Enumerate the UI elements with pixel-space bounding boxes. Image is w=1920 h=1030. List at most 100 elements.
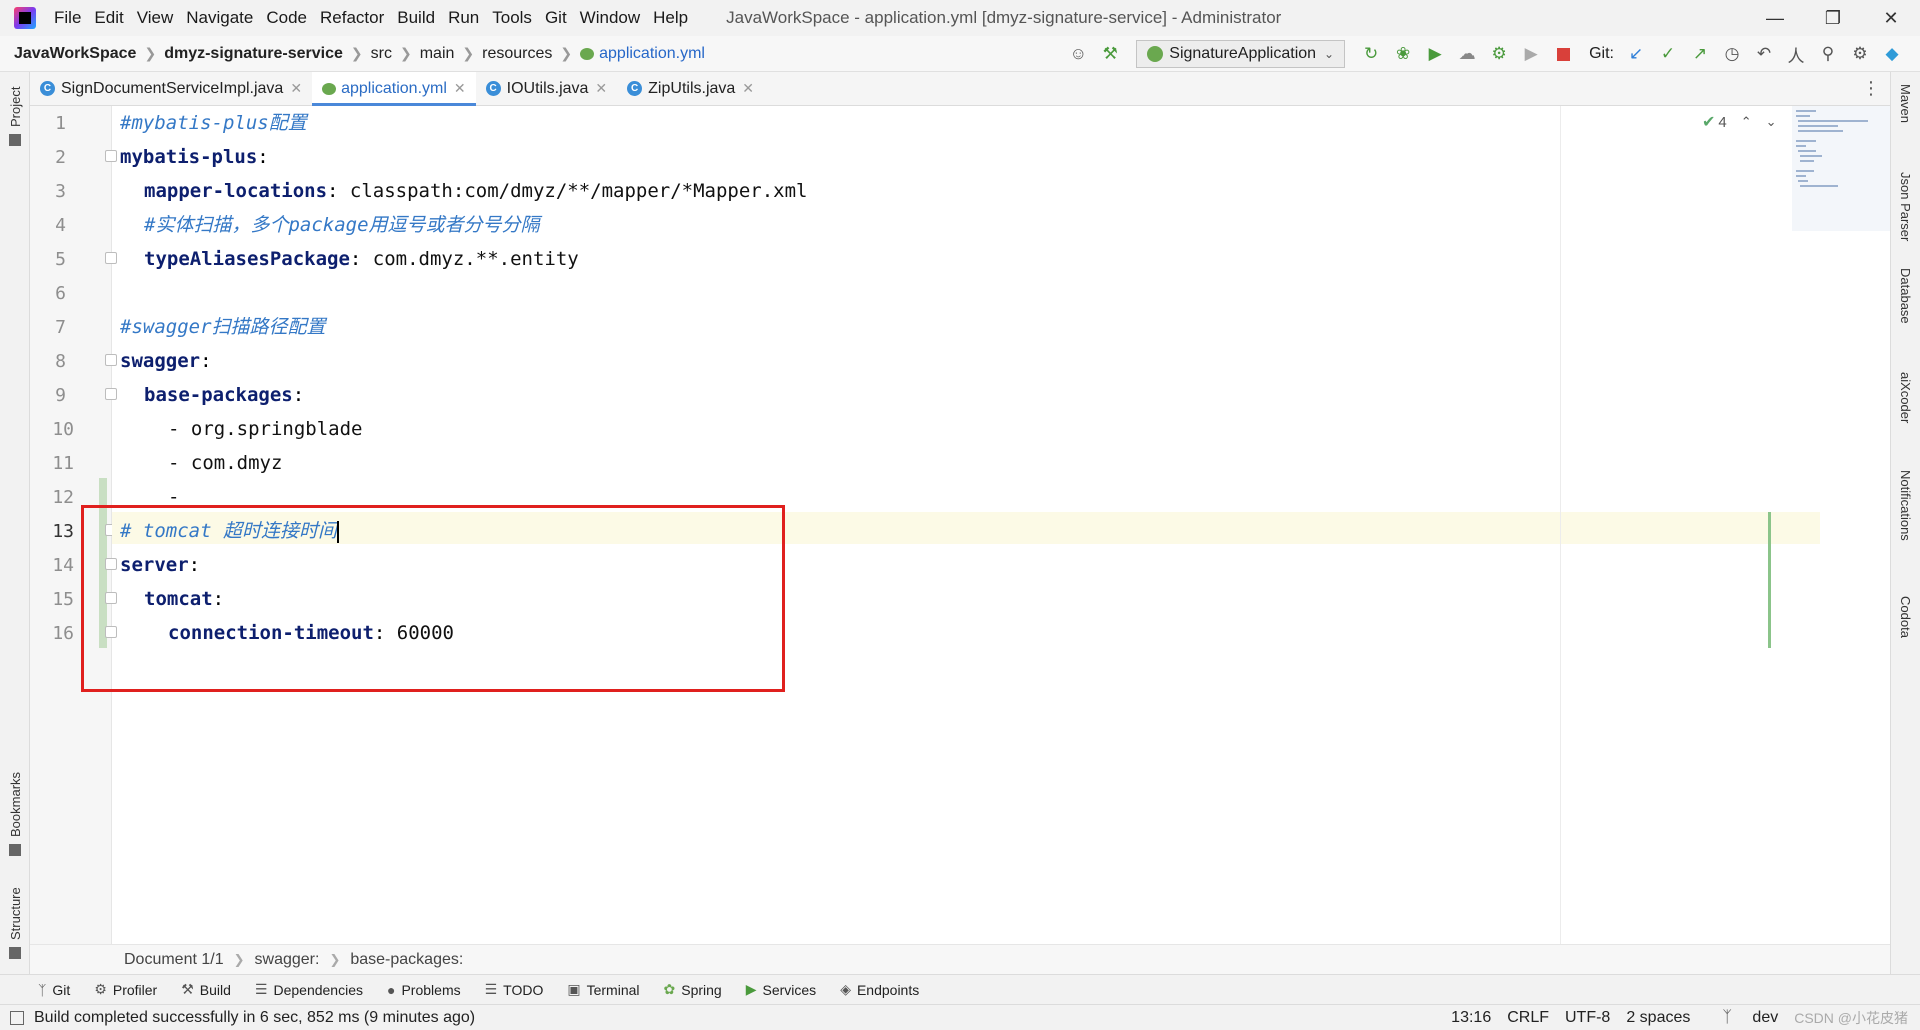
restore-icon[interactable]: ❐ xyxy=(1804,0,1862,36)
toolwindow-problems[interactable]: ● Problems xyxy=(387,982,461,998)
build-hammer-icon[interactable]: ⚒ xyxy=(1099,43,1121,65)
history-icon[interactable]: ◷ xyxy=(1721,43,1743,65)
toolwindow-endpoints[interactable]: ◈ Endpoints xyxy=(840,981,919,998)
user-icon[interactable]: ☺ xyxy=(1067,43,1089,65)
fold-marker-icon[interactable] xyxy=(105,388,117,400)
more-vertical-icon[interactable]: ⋮ xyxy=(1862,78,1880,99)
rollback-icon[interactable]: ↶ xyxy=(1753,43,1775,65)
maven-tool-button[interactable]: Maven xyxy=(1898,84,1913,123)
toolwindow-git[interactable]: ᛉ Git xyxy=(38,982,70,998)
code-line-1[interactable]: #mybatis-plus配置 xyxy=(120,106,307,140)
code-minimap[interactable] xyxy=(1792,106,1890,231)
chevron-down-icon[interactable]: ⌄ xyxy=(1766,114,1777,130)
code-line-2[interactable]: mybatis-plus: xyxy=(120,140,269,174)
code-line-3[interactable]: mapper-locations: classpath:com/dmyz/**/… xyxy=(144,174,807,208)
inspection-widget[interactable]: ✔ 4 ⌃ ⌄ xyxy=(1702,112,1777,132)
menu-run[interactable]: Run xyxy=(448,8,479,28)
code-line-8[interactable]: swagger: xyxy=(120,344,212,378)
git-commit-icon[interactable]: ✓ xyxy=(1657,43,1679,65)
close-tab-icon[interactable]: ✕ xyxy=(595,80,607,97)
close-icon[interactable]: ✕ xyxy=(1862,0,1920,36)
tab-ioutils[interactable]: C IOUtils.java ✕ xyxy=(476,72,618,105)
code-line-4[interactable]: #实体扫描，多个package用逗号或者分号分隔 xyxy=(144,208,540,242)
settings-gear-icon[interactable]: ⚙ xyxy=(1849,43,1871,65)
run-icon[interactable]: ▶ xyxy=(1520,43,1542,65)
menu-code[interactable]: Code xyxy=(266,8,307,28)
menu-git[interactable]: Git xyxy=(545,8,567,28)
close-tab-icon[interactable]: ✕ xyxy=(454,80,466,97)
breadcrumb-resources[interactable]: resources xyxy=(482,45,552,63)
breadcrumb-main[interactable]: main xyxy=(420,45,455,63)
tab-signdocumentserviceimpl[interactable]: C SignDocumentServiceImpl.java ✕ xyxy=(30,72,312,105)
breadcrumb-module[interactable]: dmyz-signature-service xyxy=(164,45,343,63)
menu-view[interactable]: View xyxy=(137,8,174,28)
git-update-icon[interactable]: ↙ xyxy=(1625,43,1647,65)
indent-setting[interactable]: 2 spaces xyxy=(1626,1009,1690,1027)
caret-position[interactable]: 13:16 xyxy=(1451,1009,1491,1027)
git-push-icon[interactable]: ↗ xyxy=(1689,43,1711,65)
code-line-10[interactable]: - org.springblade xyxy=(168,412,362,446)
run-coverage-icon[interactable]: ▶ xyxy=(1424,43,1446,65)
translate-icon[interactable]: 人 xyxy=(1785,43,1807,66)
menu-refactor[interactable]: Refactor xyxy=(320,8,384,28)
code-line-5[interactable]: typeAliasesPackage: com.dmyz.**.entity xyxy=(144,242,579,276)
toolwindow-spring[interactable]: ✿ Spring xyxy=(664,981,722,998)
menu-build[interactable]: Build xyxy=(397,8,435,28)
menu-help[interactable]: Help xyxy=(653,8,688,28)
menu-file[interactable]: File xyxy=(54,8,81,28)
toolwindow-label: TODO xyxy=(503,981,544,998)
menu-window[interactable]: Window xyxy=(580,8,640,28)
breadcrumb-base-packages[interactable]: base-packages: xyxy=(350,951,463,969)
breadcrumb-project[interactable]: JavaWorkSpace xyxy=(14,45,136,63)
tab-ziputils[interactable]: C ZipUtils.java ✕ xyxy=(617,72,764,105)
run-configuration-select[interactable]: SignatureApplication ⌄ xyxy=(1136,40,1346,68)
line-separator[interactable]: CRLF xyxy=(1507,1009,1549,1027)
toolwindow-dependencies[interactable]: ☰ Dependencies xyxy=(255,981,363,998)
menu-edit[interactable]: Edit xyxy=(94,8,123,28)
intellij-logo-icon[interactable] xyxy=(14,7,36,29)
chevron-up-icon[interactable]: ⌃ xyxy=(1741,114,1752,130)
comment: #mybatis-plus配置 xyxy=(120,112,307,134)
todo-list-icon: ☰ xyxy=(484,981,498,997)
toolwindow-terminal[interactable]: ▣ Terminal xyxy=(567,981,639,998)
code-line-11[interactable]: - com.dmyz xyxy=(168,446,282,480)
breadcrumb-src[interactable]: src xyxy=(371,45,392,63)
code-line-9[interactable]: base-packages: xyxy=(144,378,304,412)
code-line-7[interactable]: #swagger扫描路径配置 xyxy=(120,310,326,344)
breadcrumb-document[interactable]: Document 1/1 xyxy=(124,951,224,969)
debug-icon[interactable]: ❀ xyxy=(1392,43,1414,65)
stop-icon[interactable] xyxy=(1552,43,1574,65)
search-icon[interactable]: ⚲ xyxy=(1817,43,1839,65)
status-message[interactable]: Build completed successfully in 6 sec, 8… xyxy=(34,1009,475,1027)
file-encoding[interactable]: UTF-8 xyxy=(1565,1009,1610,1027)
json-parser-tool-button[interactable]: Json Parser xyxy=(1898,172,1913,241)
database-tool-button[interactable]: Database xyxy=(1898,268,1913,324)
plugin-icon[interactable]: ◆ xyxy=(1881,43,1903,65)
menu-navigate[interactable]: Navigate xyxy=(186,8,253,28)
git-branch-widget[interactable]: ᛉ dev xyxy=(1706,1009,1778,1027)
tool-windows-toggle-icon[interactable] xyxy=(10,1010,24,1025)
toolwindow-todo[interactable]: ☰ TODO xyxy=(485,981,544,998)
toolwindow-build[interactable]: ⚒ Build xyxy=(181,981,231,998)
rerun-icon[interactable]: ↻ xyxy=(1360,43,1382,65)
codota-tool-button[interactable]: Codota xyxy=(1898,596,1913,638)
fold-marker-icon[interactable] xyxy=(105,354,117,366)
bookmarks-tool-button[interactable]: Bookmarks xyxy=(8,772,23,837)
project-tool-button[interactable]: Project xyxy=(8,87,23,127)
profile-icon[interactable]: ☁ xyxy=(1456,43,1478,65)
notifications-tool-button[interactable]: Notifications xyxy=(1898,470,1913,541)
breadcrumb-swagger[interactable]: swagger: xyxy=(255,951,320,969)
minimize-icon[interactable]: — xyxy=(1746,0,1804,36)
menu-tools[interactable]: Tools xyxy=(492,8,532,28)
close-tab-icon[interactable]: ✕ xyxy=(742,80,754,97)
close-tab-icon[interactable]: ✕ xyxy=(290,80,302,97)
aixcoder-tool-button[interactable]: aiXcoder xyxy=(1898,372,1913,423)
toolwindow-profiler[interactable]: ⚙ Profiler xyxy=(94,981,157,998)
tab-application-yml[interactable]: application.yml ✕ xyxy=(312,72,476,106)
toolwindow-services[interactable]: ▶ Services xyxy=(746,981,816,998)
more-run-icon[interactable]: ⚙ xyxy=(1488,43,1510,65)
breadcrumb-file[interactable]: application.yml xyxy=(599,45,705,63)
fold-marker-icon[interactable] xyxy=(105,252,117,264)
structure-tool-button[interactable]: Structure xyxy=(8,887,23,940)
fold-marker-icon[interactable] xyxy=(105,150,117,162)
